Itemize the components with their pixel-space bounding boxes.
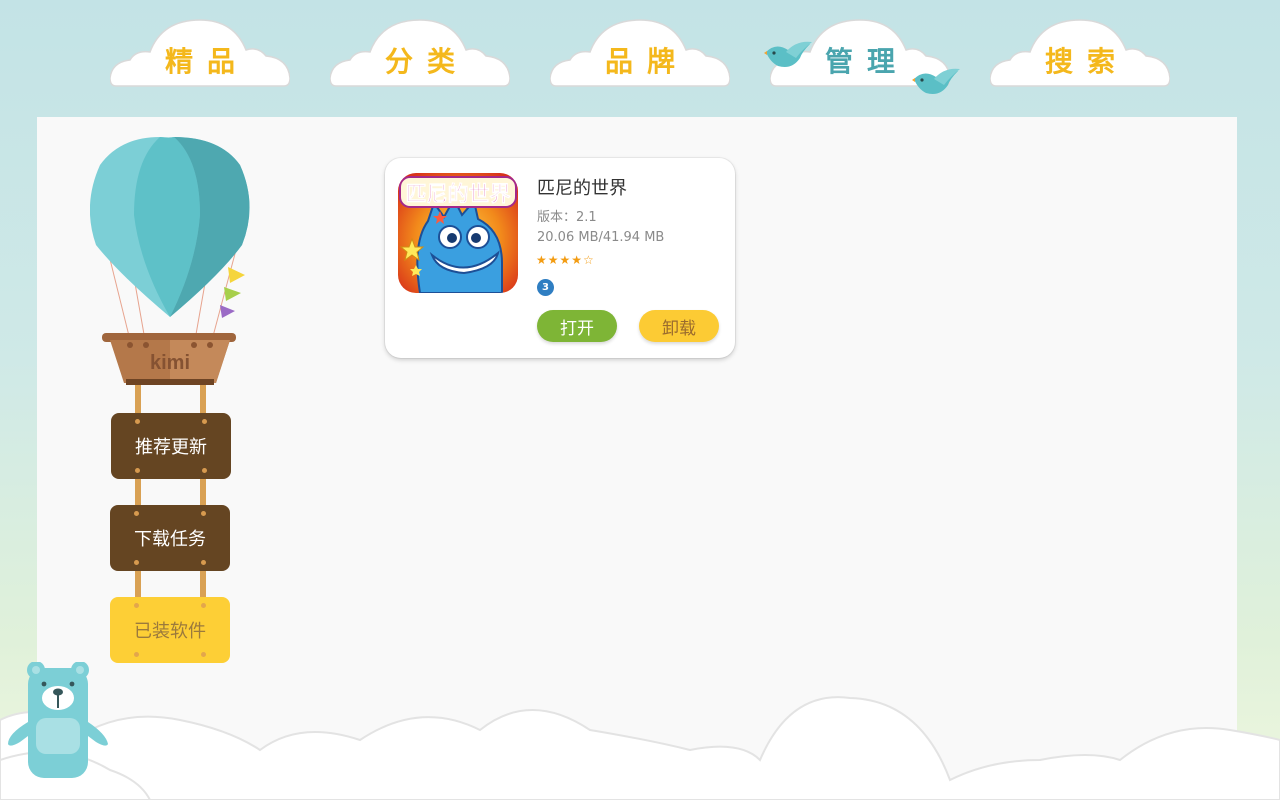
bird-icon [764,41,812,67]
app-size: 20.06 MB/41.94 MB [537,230,665,245]
app-version: 版本：2.1 [537,210,597,225]
sidebar-item-download-tasks[interactable]: 下载任务 [110,505,230,571]
nail [134,603,139,608]
sidebar-item-recommended-updates[interactable]: 推荐更新 [111,413,231,479]
tab-brand[interactable]: 品牌 [550,18,730,88]
sidebar-item-label: 下载任务 [134,529,206,550]
bottom-clouds [0,696,1280,800]
balloon-icon: kimi [90,137,250,385]
sidebar-item-label: 推荐更新 [135,437,207,458]
tab-search-label: 搜索 [1044,45,1129,78]
app-badge: 3 [537,279,554,296]
bird-icon [912,68,960,94]
app-icon-title: 匹尼的世界 [406,182,511,206]
app-icon[interactable]: 匹尼的世界 [398,173,518,293]
nail [135,419,140,424]
app-card: 匹尼的世界 匹尼的世界 版本：2.1 20.06 MB/41.94 MB ★★★… [385,158,735,358]
nail [201,560,206,565]
tab-category-label: 分类 [384,45,469,78]
open-button[interactable]: 打开 [537,310,617,342]
monster-icon: 匹尼的世界 [398,173,518,293]
app-name: 匹尼的世界 [537,178,627,199]
tab-brand-label: 品牌 [604,45,689,78]
nail [202,419,207,424]
bear-icon [8,662,108,778]
app-rating: ★★★★☆ [536,253,595,267]
nail [135,468,140,473]
nail [201,603,206,608]
balloon-logo-text: kimi [150,352,190,374]
nail [201,511,206,516]
tab-search[interactable]: 搜索 [990,18,1170,88]
nail [134,511,139,516]
uninstall-button[interactable]: 卸载 [639,310,719,342]
nail [201,652,206,657]
tab-category[interactable]: 分类 [330,18,510,88]
nail [202,468,207,473]
sidebar-item-installed-software[interactable]: 已装软件 [110,597,230,663]
sidebar-item-label: 已装软件 [134,621,206,642]
tab-featured[interactable]: 精品 [110,18,290,88]
tab-featured-label: 精品 [164,45,249,78]
nail [134,652,139,657]
nail [134,560,139,565]
